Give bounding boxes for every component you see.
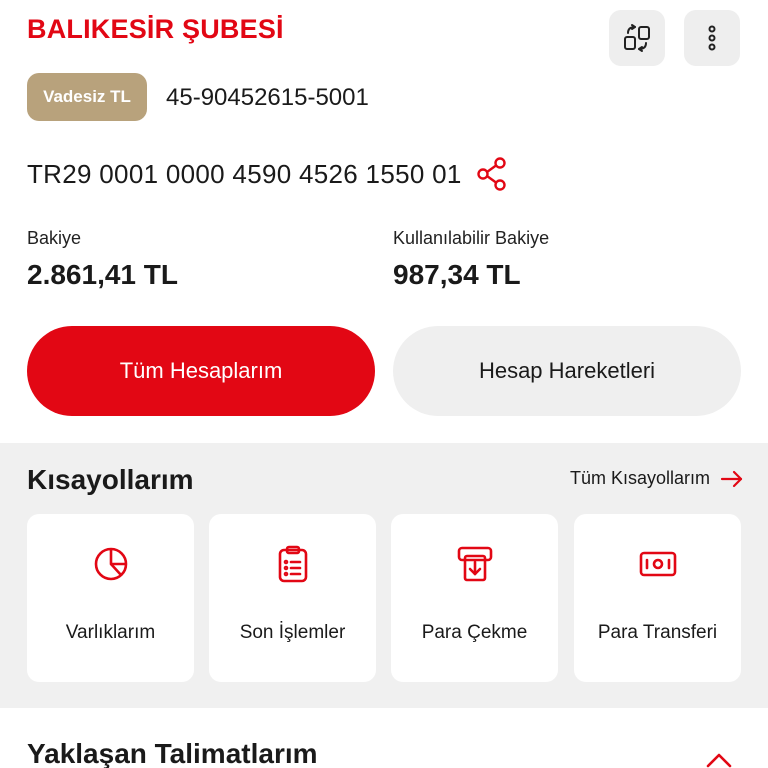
shortcut-tile-withdraw[interactable]: Para Çekme (391, 514, 558, 682)
shortcut-tile-transfer[interactable]: Para Transferi (574, 514, 741, 682)
atm-withdraw-icon (457, 546, 492, 582)
account-transactions-button[interactable]: Hesap Hareketleri (393, 326, 741, 416)
branch-title: BALIKESİR ŞUBESİ (27, 14, 284, 44)
shortcut-label: Para Çekme (421, 622, 528, 643)
arrow-right-icon (720, 470, 743, 487)
iban-row: TR29 0001 0000 4590 4526 1550 01 (27, 156, 508, 192)
more-options-button[interactable] (684, 10, 740, 66)
account-summary: BALIKESİR ŞUBESİ Vadesiz TL 45-90452615-… (0, 0, 768, 443)
all-shortcuts-link[interactable]: Tüm Kısayollarım (570, 468, 744, 489)
shortcuts-title: Kısayollarım (27, 464, 194, 495)
shortcut-tile-recent-transactions[interactable]: Son İşlemler (209, 514, 376, 682)
available-balance-label: Kullanılabilir Bakiye (393, 228, 550, 248)
share-icon[interactable] (476, 156, 508, 192)
iban-text: TR29 0001 0000 4590 4526 1550 01 (27, 158, 462, 189)
upcoming-instructions-title: Yaklaşan Talimatlarım (27, 738, 318, 768)
shortcut-label: Varlıklarım (65, 622, 156, 643)
money-transfer-icon (639, 551, 676, 577)
available-balance-block: Kullanılabilir Bakiye 987,34 TL (393, 228, 549, 291)
shortcut-label: Para Transferi (597, 622, 718, 643)
all-accounts-button[interactable]: Tüm Hesaplarım (27, 326, 375, 416)
clipboard-list-icon (278, 545, 307, 583)
pie-chart-icon (94, 547, 127, 581)
available-balance-value: 987,34 TL (393, 259, 521, 290)
chevron-up-icon[interactable] (706, 752, 732, 768)
swap-accounts-icon (624, 24, 650, 52)
shortcut-tile-assets[interactable]: Varlıklarım (27, 514, 194, 682)
more-vertical-icon (708, 25, 716, 51)
balance-label: Bakiye (27, 228, 82, 248)
shortcuts-section: Kısayollarım Tüm Kısayollarım Varlıkları… (0, 443, 768, 708)
upcoming-instructions-section: Yaklaşan Talimatlarım (0, 708, 768, 768)
account-type-badge: Vadesiz TL (27, 73, 147, 121)
account-number: 45-90452615-5001 (166, 84, 369, 111)
swap-accounts-button[interactable] (609, 10, 665, 66)
balance-value: 2.861,41 TL (27, 259, 178, 290)
shortcut-label: Son İşlemler (239, 622, 346, 643)
all-shortcuts-label: Tüm Kısayollarım (569, 468, 710, 488)
balance-block: Bakiye 2.861,41 TL (27, 228, 178, 291)
